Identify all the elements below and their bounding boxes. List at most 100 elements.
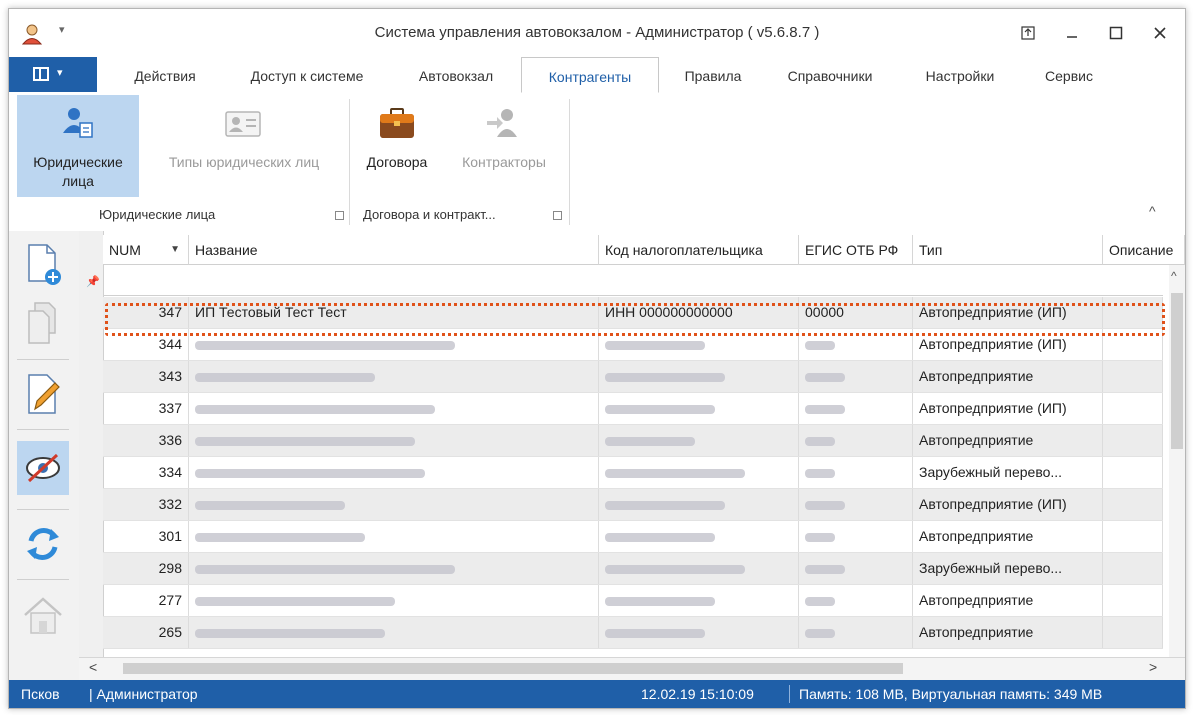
home-icon [24,597,62,634]
column-header-description[interactable]: Описание [1103,235,1185,265]
cell-value: 344 [158,336,182,352]
cell-value: 336 [158,432,182,448]
scroll-right-icon[interactable]: > [1149,659,1157,675]
cell-value: 298 [158,560,182,576]
table-row[interactable]: 298 Зарубежный перево... [103,553,1163,585]
redacted-text [605,372,725,382]
legal-entities-button[interactable]: Юридические лица [17,95,139,197]
close-icon[interactable] [1145,19,1175,45]
cell-egis [799,585,913,616]
tab-settings[interactable]: Настройки [909,57,1011,92]
tab-bus-station[interactable]: Автовокзал [401,57,511,92]
cell-value: Зарубежный перево... [919,560,1063,576]
scroll-left-icon[interactable]: < [89,659,97,675]
title-bar: ▾ Система управления автовокзалом - Адми… [9,9,1185,57]
tab-counterparties[interactable]: Контрагенты [521,57,659,93]
table-row[interactable]: 347 ИП Тестовый Тест Тест ИНН 000000000000… [103,297,1163,329]
horizontal-scroll-thumb[interactable] [123,663,903,674]
table-row[interactable]: 334 Зарубежный перево... [103,457,1163,489]
status-bar: Псков | Администратор 12.02.19 15:10:09 … [9,680,1185,708]
legal-entity-icon [63,108,93,138]
home-button[interactable] [17,587,69,641]
column-header-name[interactable]: Название [189,235,599,265]
collapse-ribbon-icon[interactable]: ^ [1149,203,1156,219]
column-header-num[interactable]: NUM ▼ [103,235,189,265]
cell-type: Зарубежный перево... [913,553,1103,584]
cell-inn [599,329,799,360]
cell-value: Автопредприятие (ИП) [919,336,1067,352]
minimize-icon[interactable] [1057,19,1087,45]
column-header-egis[interactable]: ЕГИС ОТБ РФ [799,235,913,265]
cell-name [189,425,599,456]
table-row[interactable]: 332 Автопредприятие (ИП) [103,489,1163,521]
cell-desc [1103,489,1163,520]
cell-value: 337 [158,400,182,416]
tab-system-access[interactable]: Доступ к системе [233,57,381,92]
group-contracts-label: Договора и контракт... [363,207,496,222]
table-row[interactable]: 336 Автопредприятие [103,425,1163,457]
group-launcher-icon[interactable] [335,211,344,220]
toggle-visibility-button[interactable] [17,441,69,495]
column-header-label: NUM [109,242,141,258]
file-menu-button[interactable]: ▾ [9,57,97,92]
table-row[interactable]: 344 Автопредприятие (ИП) [103,329,1163,361]
table-row[interactable]: 301 Автопредприятие [103,521,1163,553]
cell-name [189,585,599,616]
left-toolbar [9,231,80,680]
contracts-button[interactable]: Договора [355,95,439,197]
auto-filter-pin-icon[interactable]: 📌 [86,275,100,288]
tab-service[interactable]: Сервис [1029,57,1109,92]
column-header-taxpayer-code[interactable]: Код налогоплательщика [599,235,799,265]
edit-document-button[interactable] [17,367,69,421]
tab-actions[interactable]: Действия [121,57,209,92]
cell-inn: ИНН 000000000000 [599,297,799,328]
cell-value: Автопредприятие [919,592,1034,608]
cell-egis [799,489,913,520]
scroll-up-icon[interactable]: ^ [1171,269,1177,283]
copy-icon [28,302,56,344]
vertical-scroll-thumb[interactable] [1171,293,1183,449]
status-city: Псков [21,686,60,702]
group-separator [569,99,570,225]
cell-egis [799,393,913,424]
cell-name [189,521,599,552]
cell-desc [1103,457,1163,488]
window-title: Система управления автовокзалом - Админи… [374,24,820,41]
column-header-type[interactable]: Тип [913,235,1103,265]
ribbon-panel: Юридические лица Типы юридических лиц Юр… [9,93,1185,232]
ribbon-display-options-icon[interactable] [1013,19,1043,45]
legal-entities-grid: NUM ▼ Название Код налогоплательщика ЕГИ… [79,231,1185,680]
legal-entity-types-button[interactable]: Типы юридических лиц [149,95,339,197]
cell-type: Автопредприятие (ИП) [913,297,1103,328]
cell-type: Автопредприятие [913,361,1103,392]
auto-filter-row[interactable] [103,265,1163,296]
cell-inn [599,425,799,456]
group-launcher-icon[interactable] [553,211,562,220]
refresh-button[interactable] [17,517,69,571]
cell-num: 265 [103,617,189,648]
table-row[interactable]: 277 Автопредприятие [103,585,1163,617]
redacted-text [605,468,745,478]
redacted-text [605,564,745,574]
tab-directories[interactable]: Справочники [771,57,889,92]
copy-document-button[interactable] [17,297,69,351]
cell-desc [1103,425,1163,456]
cell-desc [1103,617,1163,648]
cell-desc [1103,553,1163,584]
status-memory: Память: 108 MB, Виртуальная память: 349 … [799,686,1103,702]
add-document-button[interactable] [17,237,69,291]
cell-value: ИНН 000000000000 [605,304,733,320]
table-row[interactable]: 265 Автопредприятие [103,617,1163,649]
table-row[interactable]: 337 Автопредприятие (ИП) [103,393,1163,425]
cell-value: 334 [158,464,182,480]
contractors-button[interactable]: Контракторы [445,95,563,197]
maximize-icon[interactable] [1101,19,1131,45]
cell-inn [599,585,799,616]
cell-egis: 00000 [799,297,913,328]
cell-value: Автопредприятие [919,432,1034,448]
cell-name [189,617,599,648]
tab-rules[interactable]: Правила [669,57,757,92]
cell-egis [799,457,913,488]
cell-name [189,329,599,360]
table-row[interactable]: 343 Автопредприятие [103,361,1163,393]
